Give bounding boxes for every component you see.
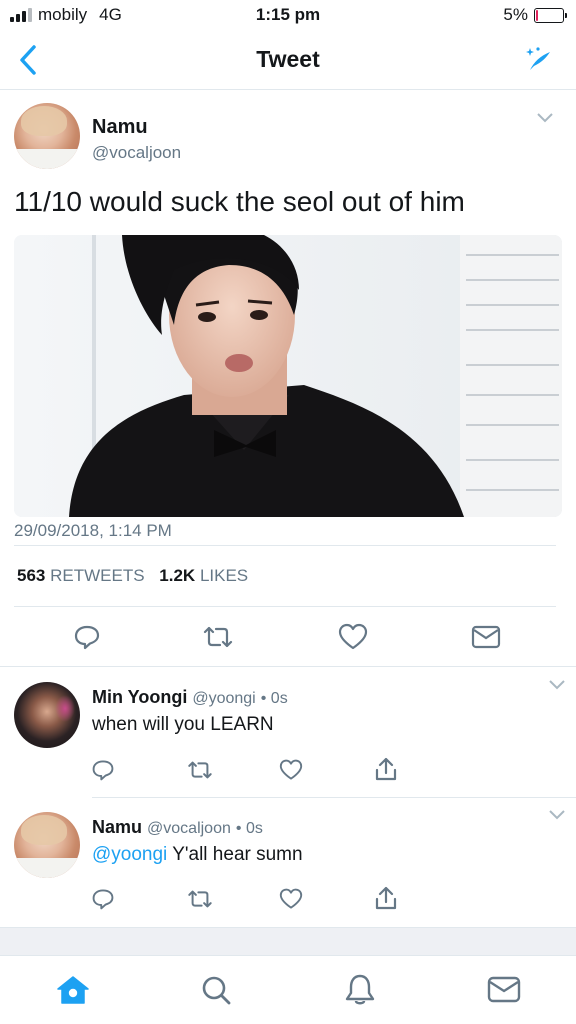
divider bbox=[92, 797, 576, 798]
clock: 1:15 pm bbox=[255, 5, 321, 24]
like-count[interactable]: 1.2K bbox=[159, 566, 195, 585]
battery-percent: 5% bbox=[503, 5, 528, 24]
retweet-icon[interactable] bbox=[200, 621, 236, 653]
search-icon[interactable] bbox=[198, 972, 234, 1008]
reply-text: when will you LEARN bbox=[92, 714, 274, 735]
avatar[interactable] bbox=[14, 682, 80, 748]
retweet-icon[interactable] bbox=[184, 756, 216, 784]
like-icon[interactable] bbox=[336, 621, 370, 653]
chevron-down-icon[interactable] bbox=[548, 678, 566, 690]
divider bbox=[14, 545, 556, 546]
retweet-count[interactable]: 563 bbox=[17, 566, 45, 585]
share-icon[interactable] bbox=[372, 883, 400, 913]
home-icon[interactable] bbox=[55, 972, 91, 1008]
avatar[interactable] bbox=[14, 812, 80, 878]
divider bbox=[14, 606, 556, 607]
author-name[interactable]: Namu bbox=[92, 817, 142, 837]
reply-icon[interactable] bbox=[89, 756, 117, 784]
tweet-text: 11/10 would suck the seol out of him bbox=[14, 186, 465, 217]
like-icon[interactable] bbox=[277, 756, 305, 784]
chevron-down-icon[interactable] bbox=[548, 808, 566, 820]
share-icon[interactable] bbox=[372, 754, 400, 784]
author-handle[interactable]: @vocaljoon bbox=[92, 143, 181, 163]
sparkle-compose-icon[interactable] bbox=[524, 44, 554, 74]
retweet-label[interactable]: RETWEETS bbox=[50, 566, 144, 585]
like-label[interactable]: LIKES bbox=[200, 566, 248, 585]
avatar[interactable] bbox=[14, 103, 80, 169]
notifications-icon[interactable] bbox=[342, 972, 378, 1008]
status-bar: mobily 4G 1:15 pm 5% bbox=[0, 0, 576, 30]
like-icon[interactable] bbox=[277, 885, 305, 913]
messages-icon[interactable] bbox=[486, 972, 522, 1008]
tab-bar bbox=[0, 955, 576, 1024]
retweet-icon[interactable] bbox=[184, 885, 216, 913]
author-handle[interactable]: @vocaljoon bbox=[147, 820, 231, 837]
nav-bar: Tweet bbox=[0, 30, 576, 90]
tweet-stats: 563 RETWEETS 1.2K LIKES bbox=[17, 566, 258, 586]
chevron-down-icon[interactable] bbox=[536, 111, 554, 123]
tweet-timestamp: 29/09/2018, 1:14 PM bbox=[14, 521, 172, 540]
tweet-age: • 0s bbox=[260, 690, 288, 707]
reply-body: Y'all hear sumn bbox=[172, 844, 303, 865]
author-name[interactable]: Min Yoongi bbox=[92, 687, 187, 707]
reply-header: Namu @vocaljoon • 0s bbox=[92, 817, 263, 838]
timeline-end-spacer bbox=[0, 927, 576, 955]
reply-text: @yoongi Y'all hear sumn bbox=[92, 844, 303, 866]
divider bbox=[0, 666, 576, 667]
tweet-photo[interactable] bbox=[14, 235, 562, 517]
battery-icon bbox=[534, 7, 567, 23]
battery-info: 5% bbox=[503, 5, 567, 25]
tweet-age: • 0s bbox=[235, 820, 263, 837]
author-name[interactable]: Namu bbox=[92, 116, 148, 139]
reply-icon[interactable] bbox=[89, 885, 117, 913]
reply-icon[interactable] bbox=[70, 621, 104, 653]
message-icon[interactable] bbox=[469, 621, 503, 653]
mention-link[interactable]: @yoongi bbox=[92, 844, 167, 865]
page-title: Tweet bbox=[256, 46, 320, 72]
reply-header: Min Yoongi @yoongi • 0s bbox=[92, 687, 288, 708]
author-handle[interactable]: @yoongi bbox=[192, 690, 255, 707]
